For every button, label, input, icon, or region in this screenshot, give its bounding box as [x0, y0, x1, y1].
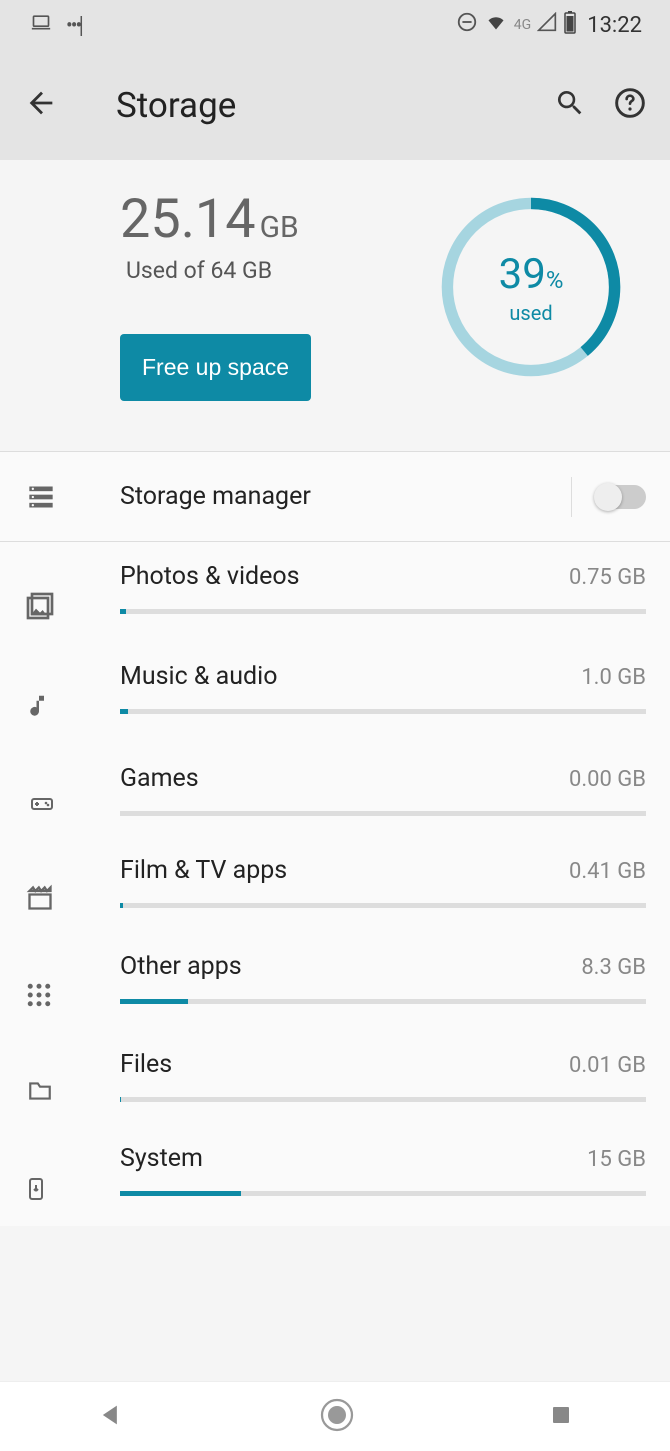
category-row[interactable]: System 15 GB — [0, 1124, 670, 1226]
network-label: 4G — [514, 17, 531, 33]
usage-ring: 39% used — [436, 192, 626, 382]
category-size: 0.01 GB — [569, 1053, 646, 1078]
storage-manager-icon — [24, 483, 120, 511]
used-unit: GB — [260, 210, 299, 245]
category-name: Film & TV apps — [120, 856, 287, 885]
battery-icon — [563, 10, 577, 40]
system-icon — [24, 1144, 120, 1206]
app-bar: Storage — [0, 50, 670, 160]
nav-recent-button[interactable] — [549, 1403, 573, 1431]
dnd-icon — [456, 11, 478, 39]
help-button[interactable] — [614, 87, 646, 123]
category-size: 15 GB — [587, 1147, 646, 1172]
category-bar — [120, 609, 646, 614]
category-row[interactable]: Photos & videos 0.75 GB — [0, 542, 670, 642]
back-button[interactable] — [24, 86, 72, 124]
ring-percent-sign: % — [546, 266, 564, 294]
ring-label: used — [509, 301, 552, 325]
category-bar — [120, 1191, 646, 1196]
music-icon — [24, 662, 120, 724]
category-size: 0.41 GB — [569, 859, 646, 884]
nav-back-button[interactable] — [97, 1401, 125, 1433]
navigation-bar — [0, 1381, 670, 1451]
ring-percent: 39 — [499, 250, 546, 299]
category-row[interactable]: Files 0.01 GB — [0, 1030, 670, 1124]
category-size: 0.00 GB — [569, 767, 646, 792]
signal-icon — [537, 12, 557, 38]
storage-manager-toggle[interactable] — [596, 485, 646, 509]
folder-icon — [24, 1050, 120, 1104]
category-list: Photos & videos 0.75 GB Music & audio 1.0 G… — [0, 542, 670, 1226]
category-name: Photos & videos — [120, 562, 300, 591]
storage-manager-label: Storage manager — [120, 482, 571, 511]
wifi-icon — [484, 12, 508, 38]
used-amount: 25.14 — [120, 188, 256, 251]
category-row[interactable]: Other apps 8.3 GB — [0, 932, 670, 1030]
category-bar — [120, 811, 646, 816]
more-icon: •••⎸ — [66, 13, 98, 37]
category-row[interactable]: Games 0.00 GB — [0, 744, 670, 836]
category-bar — [120, 999, 646, 1004]
film-icon — [24, 856, 120, 912]
category-row[interactable]: Music & audio 1.0 GB — [0, 642, 670, 744]
category-row[interactable]: Film & TV apps 0.41 GB — [0, 836, 670, 932]
photo-icon — [24, 562, 120, 622]
category-size: 8.3 GB — [581, 955, 646, 980]
page-title: Storage — [116, 85, 554, 126]
used-of-label: Used of 64 GB — [126, 257, 396, 284]
category-name: Other apps — [120, 952, 242, 981]
gamepad-icon — [24, 764, 120, 816]
category-bar — [120, 709, 646, 714]
category-name: Files — [120, 1050, 172, 1079]
search-button[interactable] — [554, 87, 586, 123]
category-name: Music & audio — [120, 662, 277, 691]
category-bar — [120, 903, 646, 908]
storage-manager-row[interactable]: Storage manager — [0, 452, 670, 542]
category-size: 0.75 GB — [569, 565, 646, 590]
apps-icon — [24, 952, 120, 1010]
category-name: System — [120, 1144, 203, 1173]
laptop-icon — [28, 12, 54, 38]
category-bar — [120, 1097, 646, 1102]
free-up-space-button[interactable]: Free up space — [120, 334, 311, 401]
category-name: Games — [120, 764, 199, 793]
category-size: 1.0 GB — [581, 665, 646, 690]
nav-home-button[interactable] — [319, 1397, 355, 1437]
clock: 13:22 — [587, 13, 642, 38]
storage-summary: 25.14 GB Used of 64 GB Free up space 39%… — [0, 160, 670, 452]
status-bar: •••⎸ 4G 13:22 — [0, 0, 670, 50]
